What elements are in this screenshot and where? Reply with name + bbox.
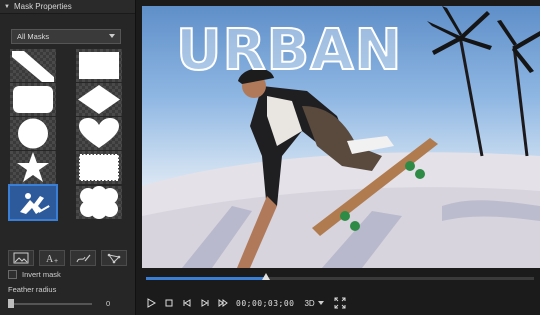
mask-tile-rounded-rectangle[interactable] <box>10 83 56 116</box>
stop-button[interactable] <box>160 296 178 310</box>
mask-tile-star[interactable] <box>10 151 56 184</box>
polygon-icon <box>107 253 121 264</box>
dropdown-value: All Masks <box>17 32 50 41</box>
svg-text:A: A <box>46 254 54 264</box>
invert-mask-checkbox[interactable] <box>8 270 17 279</box>
mask-tile-cloud[interactable] <box>76 186 122 219</box>
mask-tile-rectangle[interactable] <box>76 49 122 82</box>
previous-frame-icon <box>183 299 191 307</box>
mask-tile-diagonal-bar[interactable] <box>10 49 56 82</box>
fast-forward-icon <box>218 299 228 307</box>
import-image-icon <box>13 252 29 264</box>
previous-frame-button[interactable] <box>178 296 196 310</box>
3d-mode-dropdown[interactable]: 3D <box>304 298 324 308</box>
mask-tile-stamp-edge[interactable] <box>76 151 122 184</box>
collapse-triangle-icon[interactable]: ▼ <box>4 4 10 10</box>
svg-text:+: + <box>54 258 58 264</box>
mask-category-dropdown[interactable]: All Masks <box>11 29 121 44</box>
freehand-brush-icon <box>76 254 91 263</box>
mask-tile-circle[interactable] <box>10 117 56 150</box>
chevron-down-icon <box>109 34 115 38</box>
3d-mode-label: 3D <box>304 298 315 308</box>
stop-icon <box>165 299 173 307</box>
feather-radius-slider-thumb[interactable] <box>8 299 14 308</box>
mask-library-grid <box>8 49 126 221</box>
video-preview[interactable]: URBAN <box>142 6 540 268</box>
invert-mask-label: Invert mask <box>22 270 61 279</box>
text-mask-button[interactable]: A + <box>39 250 65 266</box>
next-frame-button[interactable] <box>196 296 214 310</box>
text-mask-icon: A + <box>46 254 58 264</box>
play-icon <box>147 298 156 308</box>
timecode-display[interactable]: 00;00;03;00 <box>236 299 294 308</box>
import-image-button[interactable] <box>8 250 34 266</box>
urban-title-overlay: URBAN <box>175 18 403 83</box>
timeline-progress <box>146 277 267 280</box>
next-frame-icon <box>201 299 209 307</box>
mask-tile-skater-photo[interactable] <box>8 184 58 221</box>
timeline-scrubber[interactable] <box>262 273 271 280</box>
playback-controls: 00;00;03;00 3D <box>142 296 540 310</box>
fast-forward-button[interactable] <box>214 296 232 310</box>
polygon-button[interactable] <box>101 250 127 266</box>
chevron-down-icon <box>317 301 324 305</box>
panel-header[interactable]: ▼ Mask Properties <box>0 0 135 14</box>
feather-radius-value: 0 <box>106 299 111 308</box>
mask-tools-row: A + <box>8 250 132 266</box>
timeline-track[interactable] <box>146 277 534 280</box>
mask-tile-heart[interactable] <box>76 117 122 150</box>
panel-title: Mask Properties <box>13 2 72 11</box>
feather-radius-label: Feather radius <box>8 285 57 294</box>
invert-mask-row[interactable]: Invert mask <box>8 270 61 279</box>
freehand-brush-button[interactable] <box>70 250 96 266</box>
mask-tile-diamond[interactable] <box>76 83 122 116</box>
playback-bar: 00;00;03;00 3D <box>142 268 540 315</box>
mask-properties-panel: ▼ Mask Properties All Masks A + Invert m… <box>0 0 136 315</box>
fullscreen-icon[interactable] <box>334 297 346 309</box>
feather-radius-slider[interactable] <box>10 303 92 305</box>
play-button[interactable] <box>142 296 160 310</box>
